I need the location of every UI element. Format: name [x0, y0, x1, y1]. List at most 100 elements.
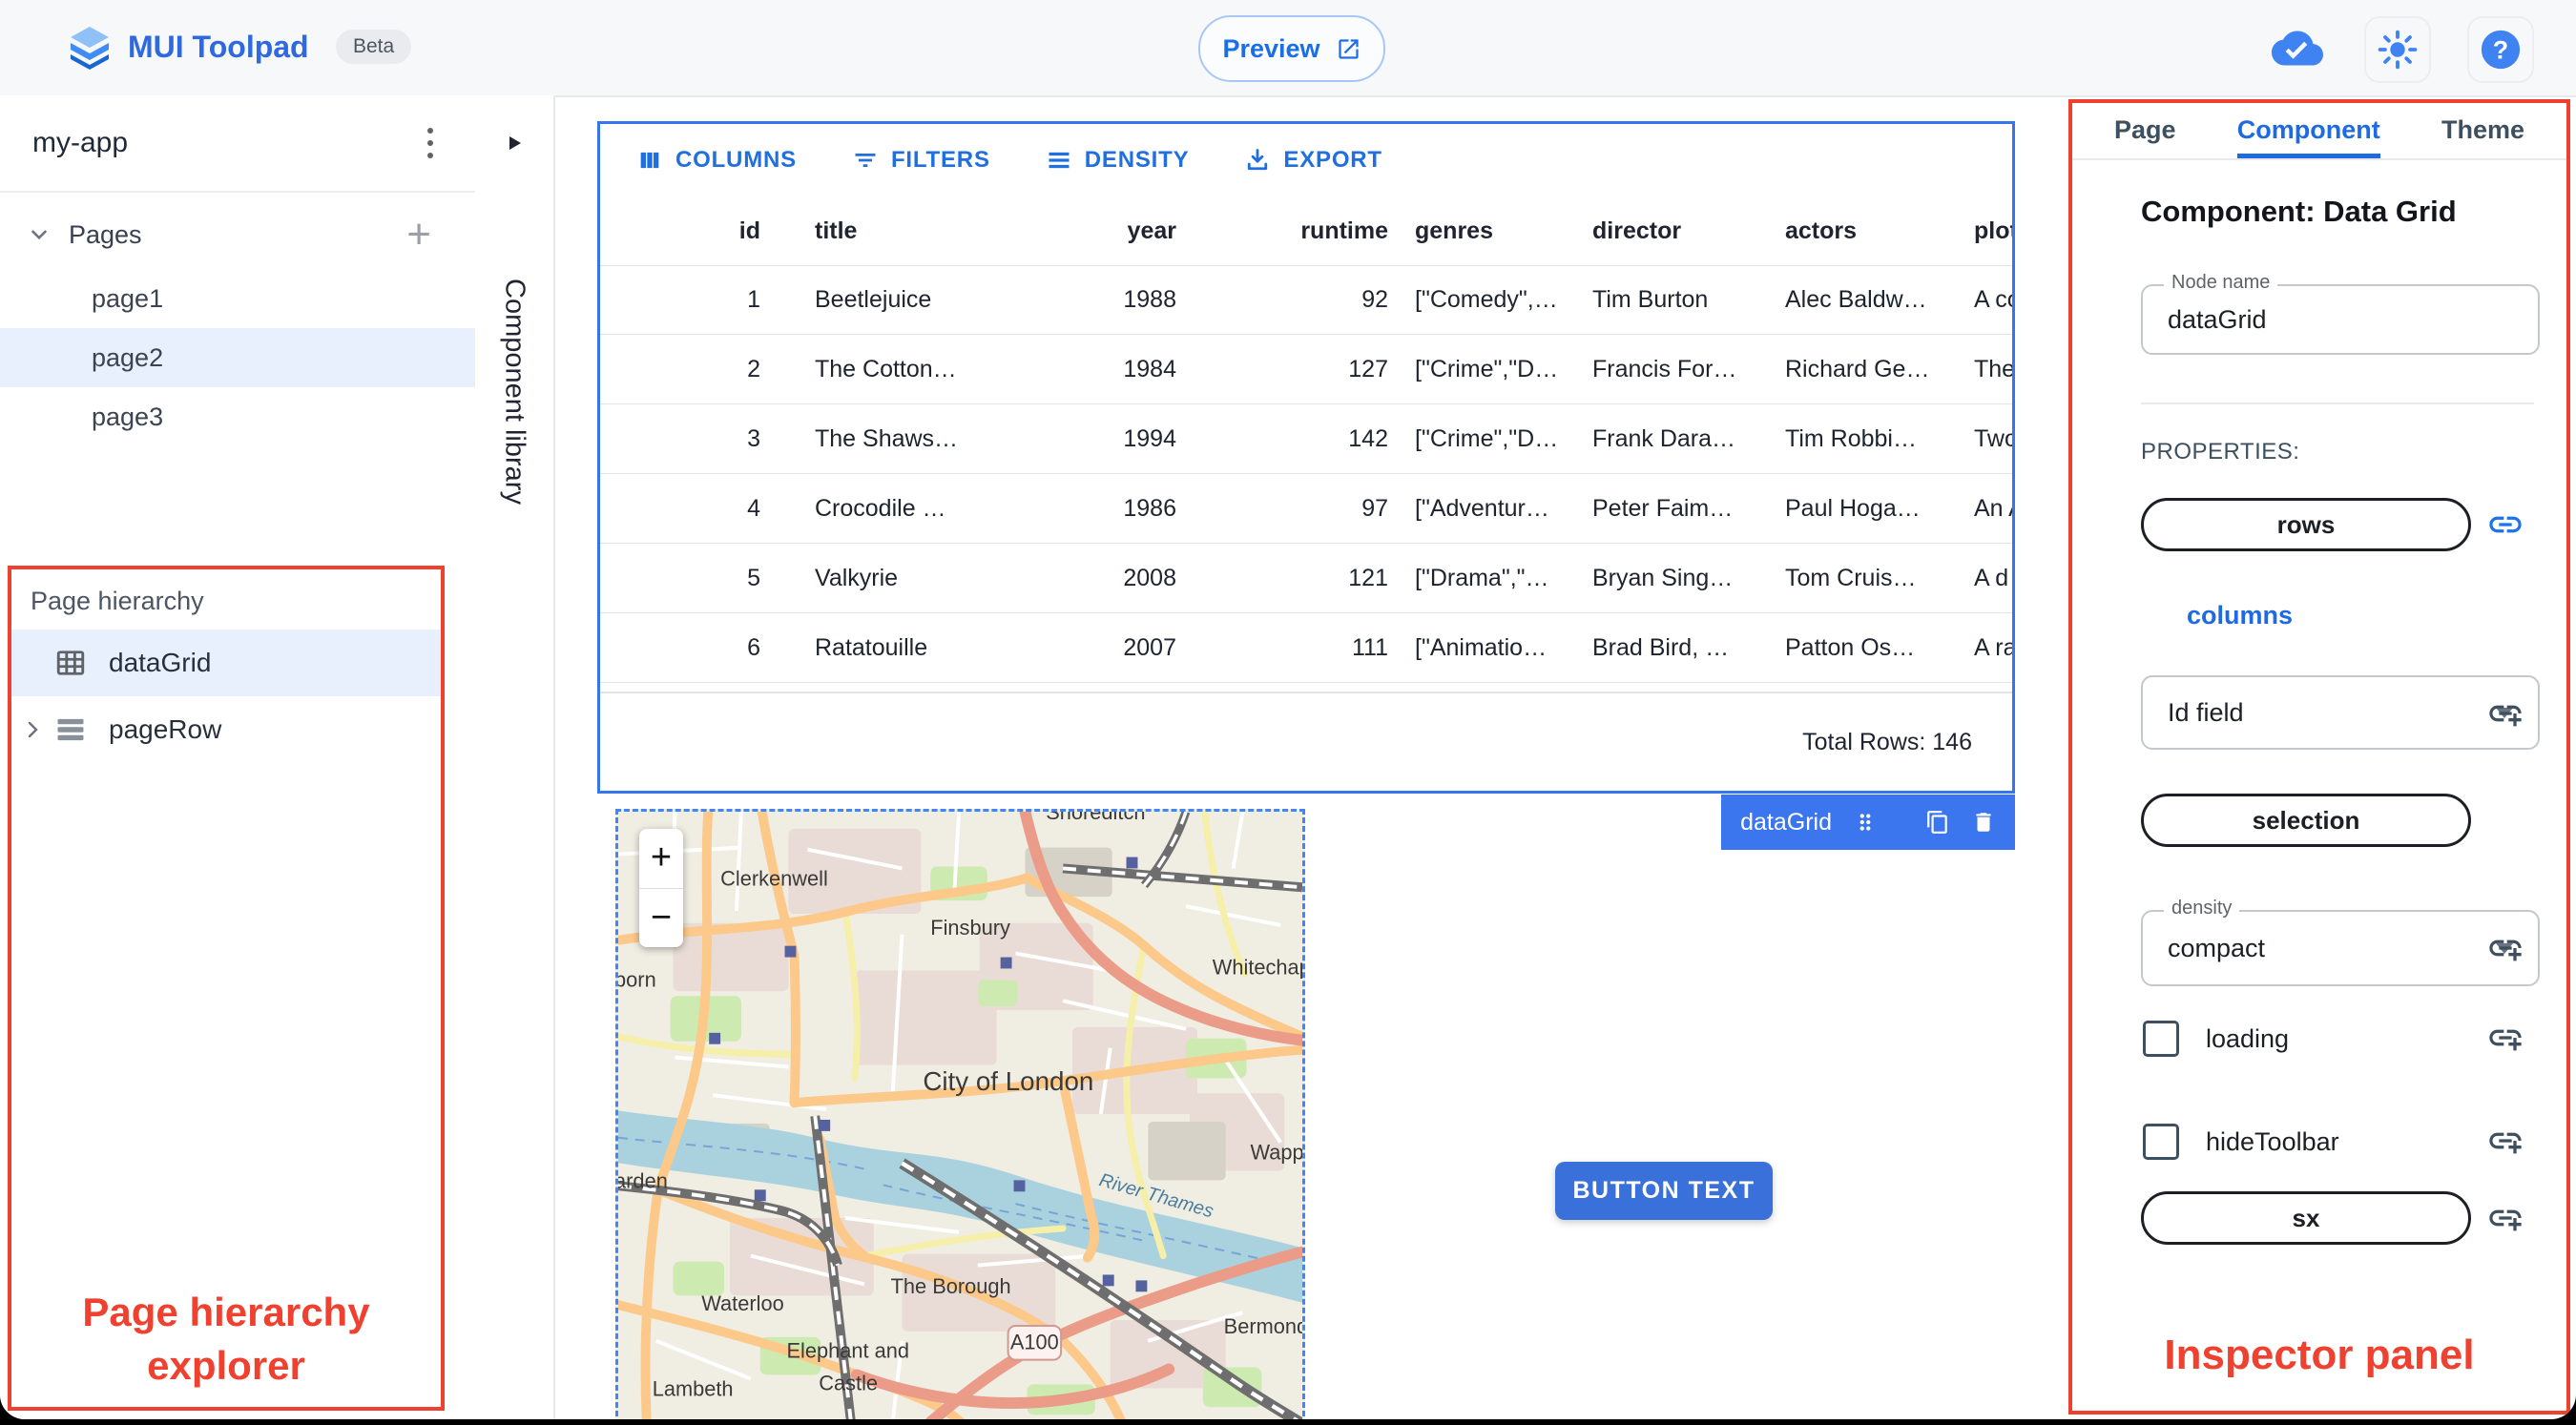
component-library-label: Component library	[499, 279, 530, 505]
grid-cell: Alec Baldw…	[1785, 285, 1927, 313]
add-page-button[interactable]: +	[406, 214, 431, 256]
selection-chip[interactable]: dataGrid	[1721, 795, 2015, 850]
theme-toggle-button[interactable]	[2364, 16, 2431, 83]
grid-cell: ["Comedy",…	[1415, 285, 1558, 313]
duplicate-icon[interactable]	[1925, 810, 1950, 835]
add-binding-icon[interactable]	[2486, 1019, 2524, 1057]
density-value: compact	[2168, 933, 2266, 962]
node-name-value: dataGrid	[2168, 304, 2267, 334]
tab-theme[interactable]: Theme	[2441, 103, 2524, 158]
cloud-synced-icon[interactable]	[2271, 27, 2324, 70]
hidetoolbar-checkbox-row: hideToolbar	[2143, 1124, 2339, 1160]
grid-header-cell[interactable]: title	[764, 217, 965, 245]
grid-cell: Tim Robbi…	[1785, 424, 1917, 452]
grid-cell: Peter Faim…	[1592, 494, 1734, 522]
add-binding-icon[interactable]	[2486, 929, 2524, 967]
hierarchy-item-datagrid[interactable]: dataGrid	[11, 630, 441, 696]
inspector-heading: Component: Data Grid	[2141, 195, 2457, 228]
svg-text:?: ?	[2493, 36, 2508, 65]
add-binding-icon[interactable]	[2486, 1199, 2524, 1237]
zoom-in-button[interactable]: +	[639, 829, 683, 889]
grid-header-cell[interactable]: genres	[1390, 217, 1587, 245]
hierarchy-item-pagerow[interactable]: pageRow	[11, 696, 441, 763]
chevron-right-icon[interactable]	[11, 718, 53, 741]
map-image: A100 Shoreditch Clerkenwell Finsbury Whi…	[618, 812, 1302, 1419]
grid-header-cell[interactable]: runtime	[1178, 217, 1390, 245]
help-button[interactable]: ?	[2467, 16, 2534, 83]
grid-row[interactable]: 6 Ratatouille 2007 111 ["Animatio… Brad Bird,…	[600, 613, 2012, 683]
grid-row[interactable]: 1 Beetlejuice 1988 92 ["Comedy",… Tim Burton A…	[600, 265, 2012, 335]
grid-cell: Brad Bird, …	[1592, 633, 1730, 661]
zoom-out-button[interactable]: −	[639, 889, 683, 948]
filters-button[interactable]: FILTERS	[852, 147, 990, 174]
grid-cell: 127	[1348, 355, 1388, 382]
grid-row[interactable]: 5 Valkyrie 2008 121 ["Drama","… Bryan Sing… To…	[600, 544, 2012, 613]
columns-button[interactable]: COLUMNS	[636, 147, 797, 174]
grid-row[interactable]: 3 The Shaws… 1994 142 ["Crime","D… Frank Dara…	[600, 404, 2012, 474]
brightness-icon	[2378, 30, 2418, 70]
grid-row[interactable]: 4 Crocodile … 1986 97 ["Adventur… Peter Faim……	[600, 474, 2012, 544]
node-name-field[interactable]: Node name dataGrid	[2141, 272, 2540, 355]
tab-page[interactable]: Page	[2114, 103, 2176, 158]
button-component[interactable]: BUTTON TEXT	[1555, 1162, 1773, 1220]
open-in-new-icon	[1338, 38, 1359, 59]
grid-cell: 5	[747, 564, 760, 591]
grid-cell: ["Animatio…	[1415, 633, 1548, 661]
project-menu-button[interactable]	[418, 118, 443, 168]
total-rows-label: Total Rows: 146	[1802, 728, 1972, 755]
top-bar: MUI Toolpad Beta Preview ?	[0, 0, 2576, 97]
rows-property-button[interactable]: rows	[2141, 498, 2471, 551]
grid-header-cell[interactable]: id	[600, 217, 764, 245]
map-label-wapping-cut: Wapping	[1250, 1141, 1302, 1165]
density-button[interactable]: DENSITY	[1046, 147, 1190, 174]
id-field-select[interactable]: Id field	[2141, 675, 2540, 750]
pages-section-header[interactable]: Pages +	[0, 206, 475, 263]
grid-cell: Richard Ge…	[1785, 355, 1930, 382]
loading-checkbox-row: loading	[2143, 1021, 2289, 1057]
annotation-page-hierarchy-explorer: Page hierarchy explorer	[82, 1289, 370, 1389]
drag-handle-icon[interactable]	[1853, 810, 1878, 835]
grid-header-cell[interactable]: actors	[1779, 217, 1968, 245]
expand-arrow-icon[interactable]	[505, 134, 524, 153]
hidetoolbar-checkbox[interactable]	[2143, 1124, 2179, 1160]
columns-property-link[interactable]: columns	[2187, 601, 2293, 630]
map-label-a100: A100	[1010, 1331, 1059, 1354]
tab-component[interactable]: Component	[2236, 103, 2380, 158]
page-row-icon	[53, 712, 88, 747]
grid-cell: ["Drama","…	[1415, 564, 1549, 591]
sidebar-item-page1[interactable]: page1	[0, 269, 475, 328]
add-binding-icon[interactable]	[2486, 1122, 2524, 1160]
loading-checkbox[interactable]	[2143, 1021, 2179, 1057]
grid-cell: 121	[1348, 564, 1388, 591]
grid-cell: An A	[1974, 494, 2012, 522]
export-button[interactable]: EXPORT	[1244, 147, 1381, 174]
density-select[interactable]: density compact	[2141, 898, 2540, 986]
map-label-city-of-london: City of London	[923, 1066, 1093, 1096]
delete-icon[interactable]	[1971, 810, 1996, 835]
grid-header-cell[interactable]: director	[1587, 217, 1779, 245]
map-label-lambeth: Lambeth	[653, 1376, 734, 1400]
datagrid-component[interactable]: COLUMNS FILTERS DENSITY EXPORT id title …	[597, 121, 2015, 794]
bound-link-icon[interactable]	[2486, 506, 2524, 544]
add-binding-icon[interactable]	[2486, 694, 2524, 733]
grid-cell: A d	[1974, 564, 2009, 591]
grid-row[interactable]: 2 The Cotton… 1984 127 ["Crime","D… Francis F…	[600, 335, 2012, 404]
page-item-label: page2	[92, 342, 164, 372]
selection-property-button[interactable]: selection	[2141, 794, 2471, 847]
sidebar-item-page3[interactable]: page3	[0, 387, 475, 446]
sx-property-button[interactable]: sx	[2141, 1191, 2471, 1245]
grid-cell: Paul Hoga…	[1785, 494, 1921, 522]
component-library-strip[interactable]: Component library	[475, 95, 555, 1419]
preview-button[interactable]: Preview	[1198, 15, 1385, 82]
grid-header-cell[interactable]: year	[965, 217, 1178, 245]
page-item-label: page1	[92, 283, 164, 313]
grid-cell: Bryan Sing…	[1592, 564, 1734, 591]
grid-cell: Two	[1974, 424, 2012, 452]
grid-cell: ["Crime","D…	[1415, 424, 1559, 452]
map-component[interactable]: A100 Shoreditch Clerkenwell Finsbury Whi…	[615, 809, 1305, 1419]
grid-cell: Frank Dara…	[1592, 424, 1736, 452]
sidebar-item-page2[interactable]: page2	[0, 328, 475, 387]
chevron-down-icon	[31, 230, 47, 240]
download-icon	[1248, 149, 1268, 171]
grid-header-cell[interactable]: plot	[1968, 217, 2012, 245]
